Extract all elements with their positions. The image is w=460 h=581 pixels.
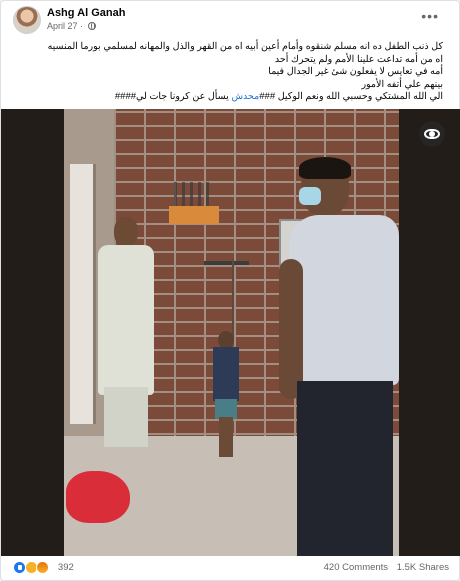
eye-icon[interactable] — [419, 121, 445, 147]
face-mask — [299, 187, 321, 205]
shorts — [215, 399, 237, 419]
body — [213, 347, 239, 401]
post-date[interactable]: April 27 — [47, 21, 78, 31]
post-text-line: بينهم علي أتفه الأمور — [361, 78, 443, 90]
post-text: كل ذنب الطفل ده انه مسلم شنقوه وأمام أعي… — [15, 41, 443, 104]
pupil — [429, 131, 435, 137]
pants — [297, 381, 393, 556]
arm — [279, 259, 303, 399]
shelf-bottles — [174, 182, 214, 206]
post-stats: 420 Comments 1.5K Shares — [318, 562, 449, 573]
reactions-summary[interactable]: 392 — [13, 561, 74, 575]
head — [114, 217, 138, 247]
rope — [232, 259, 234, 339]
doorway — [70, 164, 96, 424]
comments-count[interactable]: 420 Comments — [324, 562, 388, 573]
more-options-button[interactable]: ••• — [421, 8, 439, 24]
post-footer: 392 420 Comments 1.5K Shares — [13, 560, 449, 578]
meta-separator: · — [77, 21, 86, 31]
post-meta: April 27 · — [47, 21, 96, 31]
hashtag-link[interactable]: محدش — [231, 91, 259, 102]
child-figure — [210, 331, 242, 459]
angry-icon — [36, 561, 50, 574]
man-right-figure — [279, 157, 399, 556]
globe-icon[interactable] — [87, 22, 96, 30]
post-media[interactable] — [1, 109, 460, 556]
reaction-count[interactable]: 392 — [58, 562, 74, 573]
avatar[interactable] — [13, 6, 41, 34]
author-name[interactable]: Ashg Al Ganah — [47, 7, 125, 19]
shirt — [289, 215, 399, 385]
legs — [219, 417, 233, 457]
hair — [299, 157, 351, 179]
post-photo[interactable] — [64, 109, 399, 556]
post-card: Ashg Al Ganah April 27 · ••• كل ذنب الطف… — [0, 0, 460, 581]
man-left-figure — [94, 217, 156, 453]
post-header: Ashg Al Ganah April 27 · ••• — [13, 6, 449, 36]
body — [98, 245, 154, 395]
post-text-line: اه من أمه تداعت علينا الأمم ولم يتحرك أح… — [274, 53, 443, 65]
legs — [104, 387, 148, 447]
orange-shelf — [169, 206, 219, 224]
red-cloth — [66, 471, 130, 523]
post-text-line: كل ذنب الطفل ده انه مسلم شنقوه وأمام أعي… — [47, 41, 443, 52]
post-text-line: أمه في تعايس لا يفعلون شئ غير الجدال فيم… — [268, 66, 443, 77]
post-text-line: الي الله المشتكي وحسبي الله ونعم الوكيل … — [114, 91, 443, 102]
hanging-bar — [204, 261, 249, 265]
shares-count[interactable]: 1.5K Shares — [397, 562, 449, 573]
